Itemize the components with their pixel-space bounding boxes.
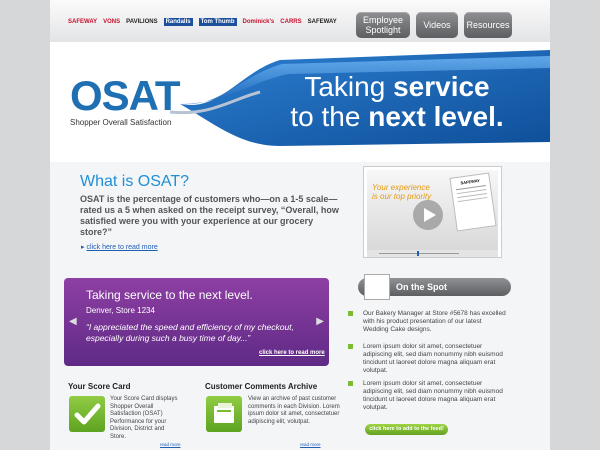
video-progress-knob[interactable] — [417, 251, 419, 256]
checkmark-icon[interactable] — [69, 396, 105, 432]
testimonial-read-more-link[interactable]: click here to read more — [259, 350, 325, 356]
header-bar: SAFEWAY VONS PAVILIONS Randalls Tom Thum… — [50, 0, 550, 42]
whatis-read-more-link[interactable]: click here to read more — [81, 243, 158, 251]
carousel-prev-icon[interactable]: ◀ — [69, 316, 77, 327]
comments-archive-description: View an archive of past customer comment… — [248, 396, 340, 425]
play-icon[interactable] — [413, 200, 443, 230]
news-item: Lorem ipsum dolor sit amet, consectetuer… — [348, 380, 508, 412]
testimonial-title: Taking service to the next level. — [86, 288, 253, 302]
news-item: Lorem ipsum dolor sit amet, consectetuer… — [348, 343, 508, 375]
brand-logo: CARRS — [280, 19, 302, 25]
comments-archive-title: Customer Comments Archive — [205, 382, 318, 391]
news-item-text: Lorem ipsum dolor sit amet, consectetuer… — [363, 380, 503, 411]
bullet-icon — [348, 344, 353, 349]
testimonial-location: Denver, Store 1234 — [86, 306, 155, 315]
whatis-title: What is OSAT? — [80, 173, 190, 190]
video-title: Your experience is our top priority — [372, 183, 432, 201]
brand-logos: SAFEWAY VONS PAVILIONS Randalls Tom Thum… — [68, 18, 337, 26]
page: SAFEWAY VONS PAVILIONS Randalls Tom Thum… — [50, 0, 550, 450]
score-card-title: Your Score Card — [68, 382, 131, 391]
tagline-bold: service — [393, 71, 490, 102]
on-the-spot-title: On the Spot — [396, 282, 447, 292]
brand-logo: VONS — [103, 19, 121, 25]
carousel-next-icon[interactable]: ▶ — [316, 316, 324, 327]
bullet-icon — [348, 311, 353, 316]
folder-glyph — [214, 403, 234, 423]
nav-button-resources[interactable]: Resources — [464, 12, 512, 38]
receipt-image: SAFEWAY — [449, 172, 497, 232]
comments-read-more-link[interactable]: read more — [300, 442, 321, 447]
osat-logo: OSAT — [70, 72, 181, 119]
brand-logo: PAVILIONS — [126, 19, 158, 25]
nav-button-employee-spotlight[interactable]: Employee Spotlight — [356, 12, 410, 38]
video-thumbnail: Your experience is our top priority SAFE… — [367, 170, 498, 250]
add-to-feed-button[interactable]: click here to add to the feed! — [365, 424, 448, 435]
folder-icon[interactable] — [206, 396, 242, 432]
whatis-description: OSAT is the percentage of customers who—… — [80, 194, 339, 237]
brand-logo: SAFEWAY — [307, 19, 337, 25]
score-card-read-more-link[interactable]: read more — [160, 442, 181, 447]
bullet-icon — [348, 381, 353, 386]
video-player[interactable]: Your experience is our top priority SAFE… — [363, 166, 502, 258]
tagline-bold: next level. — [368, 101, 504, 132]
news-item-text: Our Bakery Manager at Store #5678 has ex… — [363, 310, 506, 333]
score-card-description: Your Score Card displays Shopper Overall… — [110, 396, 178, 440]
tagline-text: to the — [290, 101, 369, 132]
notepad-icon — [364, 274, 390, 300]
testimonial-quote: “I appreciated the speed and efficiency … — [86, 322, 294, 343]
news-item: Our Bakery Manager at Store #5678 has ex… — [348, 310, 508, 334]
osat-logo-subtitle: Shopper Overall Satisfaction — [70, 118, 172, 127]
brand-logo: Dominick's — [242, 19, 275, 25]
video-controls[interactable] — [367, 250, 498, 257]
video-progress-track[interactable] — [379, 253, 459, 254]
hero-banner: OSAT Shopper Overall Satisfaction Taking… — [50, 42, 550, 162]
testimonial-carousel: Taking service to the next level. Denver… — [64, 278, 329, 366]
brand-logo: Randalls — [163, 18, 193, 26]
hero-tagline: Taking service to the next level. — [252, 72, 542, 132]
brand-logo: Tom Thumb — [198, 18, 237, 26]
nav-button-videos[interactable]: Videos — [416, 12, 458, 38]
tagline-text: Taking — [304, 71, 394, 102]
top-nav: Employee Spotlight Videos Resources — [356, 12, 512, 38]
checkmark-glyph — [74, 403, 101, 425]
news-item-text: Lorem ipsum dolor sit amet, consectetuer… — [363, 343, 503, 374]
brand-logo: SAFEWAY — [68, 19, 98, 25]
